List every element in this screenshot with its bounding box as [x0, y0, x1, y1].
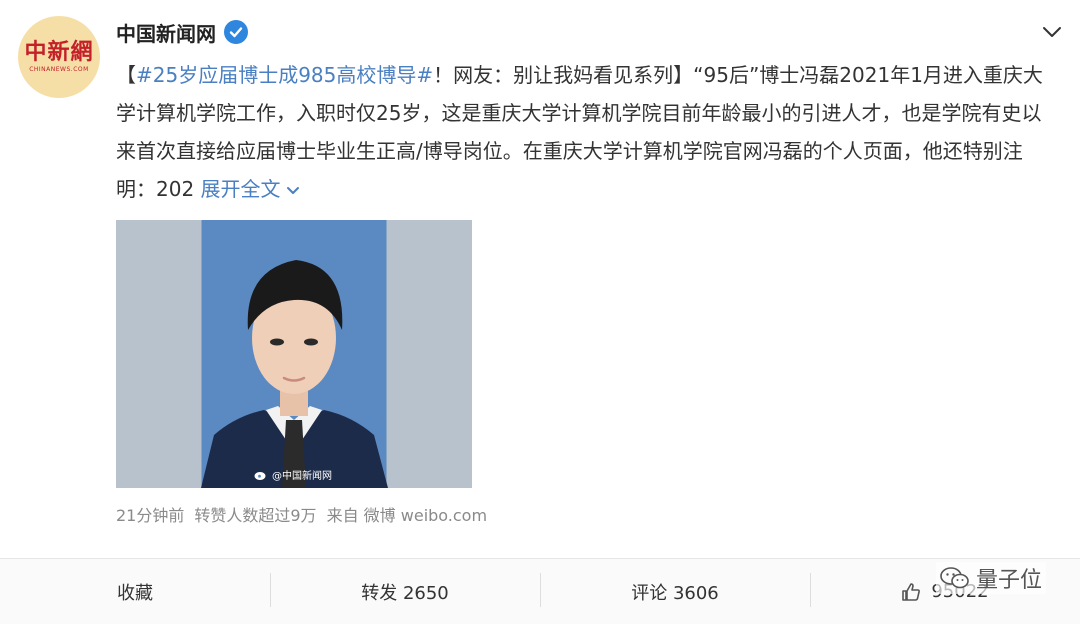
chevron-down-icon — [286, 186, 299, 194]
image-watermark-text: @中国新闻网 — [272, 471, 332, 482]
repost-button[interactable]: 转发 2650 — [270, 559, 540, 624]
repost-label: 转发 2650 — [361, 582, 449, 604]
post-time: 21分钟前 — [116, 506, 185, 525]
source-prefix: 来自 — [326, 506, 359, 525]
topic-link[interactable]: #25岁应届博士成985高校博导# — [136, 63, 433, 87]
action-bar: 收藏 转发 2650 评论 3606 95022 — [0, 559, 1080, 624]
comment-label: 评论 3606 — [631, 582, 719, 604]
headline-bracket: 【 — [116, 63, 136, 87]
post-text: 【#25岁应届博士成985高校博导#！网友：别让我妈看见系列】“95后”博士冯磊… — [116, 56, 1046, 208]
brand-name: 量子位 — [975, 568, 1042, 593]
avatar-logo: 中新網 — [24, 39, 94, 65]
account-name[interactable]: 中国新闻网 — [116, 18, 216, 47]
headline-text: ！网友：别让我妈看见系列】 — [433, 63, 694, 87]
expand-link[interactable]: 展开全文 — [201, 177, 301, 201]
source-link[interactable]: 微博 weibo.com — [364, 506, 487, 525]
image-watermark: @中国新闻网 — [254, 467, 332, 482]
comment-button[interactable]: 评论 3606 — [540, 559, 810, 624]
weibo-post: 中新網 CHINANEWS.COM 中国新闻网 【#25岁应届博士成985高校博… — [0, 0, 1080, 624]
favorite-button[interactable]: 收藏 — [0, 559, 270, 624]
post-photo[interactable]: @中国新闻网 — [116, 220, 472, 488]
forwards-note: 转赞人数超过9万 — [194, 506, 317, 525]
post-meta: 21分钟前 转赞人数超过9万 来自 微博 weibo.com — [116, 502, 487, 526]
verified-icon — [224, 20, 248, 44]
thumbs-up-icon — [902, 582, 921, 601]
avatar[interactable]: 中新網 CHINANEWS.COM — [18, 16, 100, 98]
chevron-down-icon[interactable] — [1040, 20, 1064, 44]
brand-watermark: 量子位 — [935, 562, 1046, 594]
favorite-label: 收藏 — [117, 582, 153, 604]
avatar-logo-subtitle: CHINANEWS.COM — [29, 66, 89, 73]
weibo-icon — [254, 471, 266, 480]
portrait-illustration — [201, 260, 388, 488]
wechat-icon — [940, 567, 969, 589]
post-header: 中国新闻网 — [116, 16, 248, 48]
expand-label: 展开全文 — [200, 177, 281, 201]
source-info: 来自 微博 weibo.com — [327, 502, 488, 526]
